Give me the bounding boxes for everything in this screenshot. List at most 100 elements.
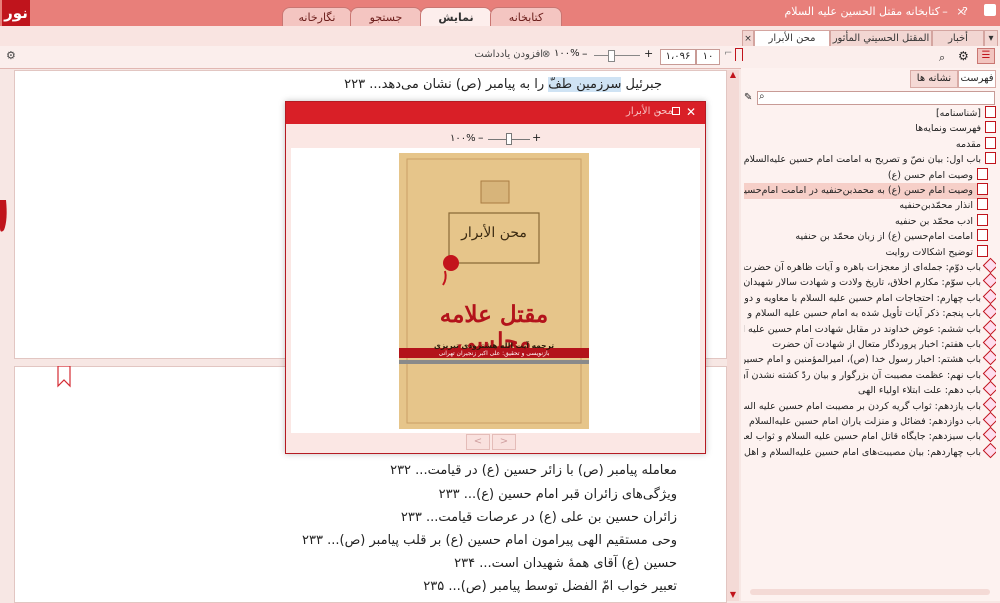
page-icon — [985, 136, 996, 149]
options-gear-icon[interactable]: ⚙ — [958, 49, 969, 63]
doc-tab-maqtal-hosseini[interactable]: المقتل الحسيني المأثور — [830, 30, 932, 47]
cover-subtitle: ترجمه آیت الله هشترودی تبریزی — [433, 341, 555, 350]
toc-tree-label: باب يازدهم: ثواب گريه كردن بر مصيبت امام… — [744, 400, 981, 412]
toc-tree-item[interactable]: امامت امام‌حسين (ع) از زبان محمّد بن حنف… — [795, 229, 988, 245]
scroll-up-icon[interactable]: ▲ — [728, 70, 738, 80]
vertical-scrollbar[interactable] — [727, 70, 739, 601]
sidebar-tab-toc[interactable]: فهرست — [958, 70, 996, 88]
toc-tree-label: انذار محمّدبن‌حنفيه — [899, 200, 973, 212]
chapter-icon — [982, 427, 996, 443]
horizontal-scrollbar[interactable] — [750, 589, 990, 595]
bookmark-icon[interactable] — [735, 48, 743, 61]
zoom-out-button[interactable]: – — [582, 47, 588, 60]
toc-tree-label: باب اول: بيان نصّ و تصريح به امامت امام … — [744, 154, 981, 166]
zoom-in-button[interactable]: + — [644, 47, 653, 60]
go-page-icon[interactable]: ⌐ — [724, 48, 732, 59]
dialog-zoom-in[interactable]: + — [532, 131, 541, 144]
search-highlight: سرزمين طفّ — [548, 77, 622, 92]
sidebar-tab-bookmarks[interactable]: نشانه ها — [910, 70, 958, 88]
toc-tree-item[interactable]: باب سيزدهم: جايگاه قاتل امام حسين عليه ا… — [744, 427, 996, 445]
doc-tab-mehan-al-abrar[interactable]: محن الأبرار — [754, 30, 830, 47]
toc-tree-item[interactable]: باب چهاردهم: بيان مصيبت‌هاى امام حسين عل… — [744, 442, 996, 460]
dialog-close-button[interactable]: ✕ — [686, 105, 696, 119]
cover-art — [399, 153, 589, 429]
page-bookmark-icon[interactable] — [57, 366, 71, 388]
toc-tree-label: وصيت امام حسن (ع) به محمدبن‌حنفيه در اما… — [744, 185, 973, 196]
dialog-zoom-value: ۱۰۰% — [450, 133, 476, 144]
toc-tree-item[interactable]: باب هشتم: اخبار رسول خدا (ص)، اميرالمؤمن… — [744, 350, 996, 368]
toc-tree-item[interactable]: [شناسنامه] — [936, 106, 996, 122]
dialog-zoom-thumb[interactable] — [506, 133, 512, 145]
dialog-zoom-out[interactable]: – — [478, 131, 484, 144]
page-icon — [985, 106, 996, 118]
toc-search-input[interactable] — [757, 91, 995, 105]
chapter-icon — [982, 442, 996, 459]
toc-tree-item[interactable]: باب يازدهم: ثواب گريه كردن بر مصيبت امام… — [744, 396, 996, 415]
chapter-icon — [982, 303, 996, 320]
toc-tree-item[interactable]: وصيت امام حسن (ع) به محمدبن‌حنفيه در اما… — [744, 183, 988, 199]
toc-tree-item[interactable]: باب دهم: علت ابتلاء اولياء الهى — [858, 380, 996, 399]
toc-tree-item[interactable]: مقدمه — [955, 136, 996, 153]
toc-tree-item[interactable]: ادب محمّد بن حنفيه — [895, 213, 988, 230]
dialog-prev-button[interactable]: < — [466, 434, 490, 450]
dialog-nav: < > — [466, 434, 522, 450]
toc-tree-item[interactable]: وصيت امام حسن (ع) — [887, 167, 988, 184]
toc-tree-item[interactable]: باب پنجم: ذكر آيات تأويل شده به امام حسي… — [744, 303, 996, 322]
toc-tree-item[interactable]: باب ششم: عوض خداوند در مقابل شهادت امام … — [744, 319, 996, 338]
toc-tree-item[interactable]: باب دوّم: جمله‌اى از معجزات باهره و آيات… — [744, 257, 996, 276]
toc-tree-label: باب ششم: عوض خداوند در مقابل شهادت امام … — [744, 323, 981, 335]
toc-tree-item[interactable]: باب نهم: عظمت مصيبت آن بزرگوار و بيان رد… — [744, 365, 996, 384]
window-title: کتابخانه مقتل الحسين عليه السلام — [784, 5, 940, 18]
toc-tree-label: باب هفتم: اخبار پروردگار متعال از شهادت … — [772, 339, 981, 350]
minimize-button[interactable]: – — [938, 5, 952, 19]
toc-tree-item[interactable]: باب چهارم: احتجاجات امام حسين عليه السلا… — [744, 288, 996, 307]
toc-tree-item[interactable]: انذار محمّدبن‌حنفيه — [899, 198, 988, 214]
help-button[interactable]: ? — [958, 5, 972, 19]
search-icon[interactable]: ⌕ — [939, 51, 945, 65]
toc-tree-item[interactable]: باب سوّم: مكارم اخلاق، تاريخ ولادت و شها… — [744, 273, 996, 291]
reading-line-top: جبرئيل سرزمين طفّ را به پيامبر (ص) نشان … — [344, 77, 662, 92]
toc-line: ويژگى‌هاى زائران قبر امام حسين (ع)... ۲۳… — [438, 487, 677, 502]
toc-tree-item[interactable]: باب دوازدهم: فضائل و منزلت ياران امام حس… — [749, 411, 996, 430]
toc-tree-label: باب هشتم: اخبار رسول خدا (ص)، اميرالمؤمن… — [744, 354, 981, 366]
clear-search-icon[interactable]: ✎ — [744, 92, 752, 103]
toc-tree-item[interactable]: توضيح اشكالات روايت — [885, 244, 988, 261]
dialog-minimize-button[interactable]: – — [656, 105, 662, 118]
scroll-down-icon[interactable]: ▼ — [728, 590, 738, 600]
tab-search[interactable]: جستجو — [350, 7, 422, 27]
tab-library[interactable]: کتابخانه — [490, 7, 562, 27]
tab-display[interactable]: نمایش — [420, 7, 492, 27]
doc-tabs-dropdown-icon[interactable]: ▾ — [984, 30, 998, 47]
toc-tree-label: باب دهم: علت ابتلاء اولياء الهى — [858, 385, 981, 397]
chapter-icon — [982, 365, 996, 382]
toc-tree-label: وصيت امام حسن (ع) — [887, 169, 973, 181]
toc-tree-label: مقدمه — [955, 138, 981, 150]
toc-toggle-icon[interactable]: ☰ — [977, 48, 995, 64]
toc-tree-label: باب سوّم: مكارم اخلاق، تاريخ ولادت و شها… — [744, 277, 981, 289]
page-total-field: ۱،۰۹۶ — [660, 49, 696, 65]
chapter-icon — [982, 396, 996, 412]
page-icon — [977, 229, 988, 242]
page-number-input[interactable]: ۱۰ — [696, 49, 720, 65]
zoom-slider-thumb[interactable] — [608, 50, 615, 62]
page-icon — [977, 198, 988, 211]
toc-line: حسين (ع) آقاى همهٔ شهيدان است... ۲۳۴ — [454, 556, 677, 571]
tab-gallery[interactable]: نگارخانه — [282, 7, 352, 27]
dialog-maximize-button[interactable] — [672, 107, 680, 115]
dialog-next-button[interactable]: > — [492, 434, 516, 450]
book-cover-image: محن الأبرار مقتل علامه مجلسی ترجمه آیت ا… — [399, 153, 589, 429]
add-note-button[interactable]: افزودن یادداشت — [473, 49, 543, 60]
zoom-value: ۱۰۰% — [554, 48, 580, 59]
app-logo: نور — [2, 0, 30, 26]
toc-tree-label: باب نهم: عظمت مصيبت آن بزرگوار و بيان رد… — [744, 369, 981, 381]
zoom-reset-icon[interactable]: ⊗ — [542, 49, 550, 60]
close-doc-tab-icon[interactable]: × — [742, 30, 754, 47]
toc-search-icon[interactable]: ⌕ — [759, 91, 765, 102]
toc-tree-item[interactable]: باب اول: بيان نصّ و تصريح به امامت امام … — [744, 152, 996, 168]
chapter-icon — [982, 273, 996, 289]
toc-tree-item[interactable]: فهرست ونمايه‌ها — [915, 121, 996, 137]
settings-icon[interactable]: ⚙ — [6, 49, 18, 62]
zoom-slider[interactable] — [594, 55, 640, 56]
toc-tree-item[interactable]: باب هفتم: اخبار پروردگار متعال از شهادت … — [772, 334, 996, 353]
doc-tab-akhbar-tiwal[interactable]: أخبار الطوال — [932, 30, 984, 60]
